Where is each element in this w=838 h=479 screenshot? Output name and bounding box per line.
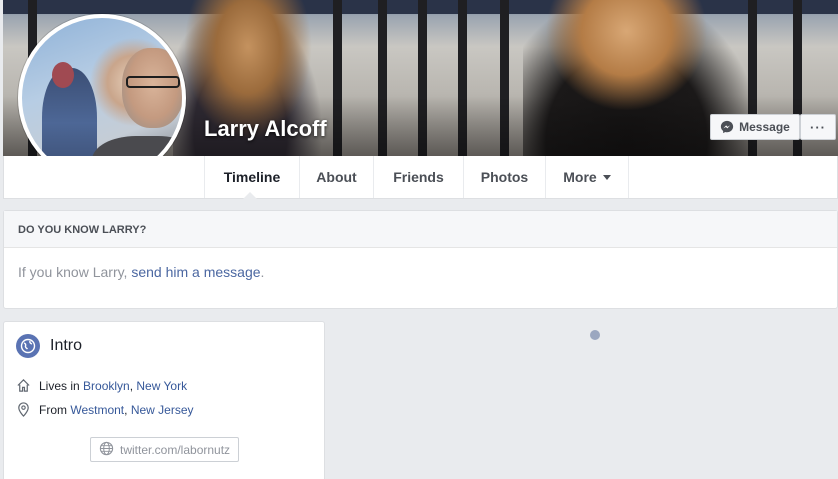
from-row: From Westmont, New Jersey — [16, 402, 194, 417]
globe-icon — [16, 334, 40, 358]
ellipsis-icon: ··· — [810, 119, 826, 135]
profile-name[interactable]: Larry Alcoff — [204, 116, 327, 142]
location-pin-icon — [16, 402, 31, 417]
send-message-link[interactable]: send him a message — [131, 264, 260, 280]
lives-city-link[interactable]: Brooklyn — [83, 379, 130, 393]
loading-indicator — [590, 330, 600, 340]
from-state-link[interactable]: New Jersey — [131, 403, 194, 417]
do-you-know-header: DO YOU KNOW LARRY? — [4, 211, 837, 248]
intro-card: Intro Lives in Brooklyn, New York From W… — [3, 321, 325, 479]
tab-more[interactable]: More — [545, 156, 629, 198]
message-button[interactable]: Message — [710, 114, 800, 140]
lives-state-link[interactable]: New York — [136, 379, 187, 393]
active-tab-pointer — [243, 192, 257, 199]
lives-in-row: Lives in Brooklyn, New York — [16, 378, 187, 393]
web-globe-icon — [99, 441, 114, 459]
message-button-label: Message — [739, 120, 790, 134]
website-link[interactable]: twitter.com/labornutz — [90, 437, 240, 462]
website-label: twitter.com/labornutz — [120, 442, 231, 457]
more-options-button[interactable]: ··· — [800, 114, 836, 140]
intro-title: Intro — [50, 337, 83, 354]
tab-about[interactable]: About — [299, 156, 373, 198]
do-you-know-body: If you know Larry, send him a message. — [18, 264, 265, 280]
tab-friends[interactable]: Friends — [373, 156, 463, 198]
messenger-icon — [721, 120, 734, 134]
tab-more-label: More — [563, 169, 597, 185]
profile-nav: Timeline About Friends Photos More — [3, 156, 838, 199]
from-city-link[interactable]: Westmont — [70, 403, 124, 417]
home-icon — [16, 378, 31, 393]
do-you-know-card: DO YOU KNOW LARRY? If you know Larry, se… — [3, 210, 838, 309]
caret-down-icon — [602, 174, 611, 180]
tab-photos[interactable]: Photos — [463, 156, 545, 198]
